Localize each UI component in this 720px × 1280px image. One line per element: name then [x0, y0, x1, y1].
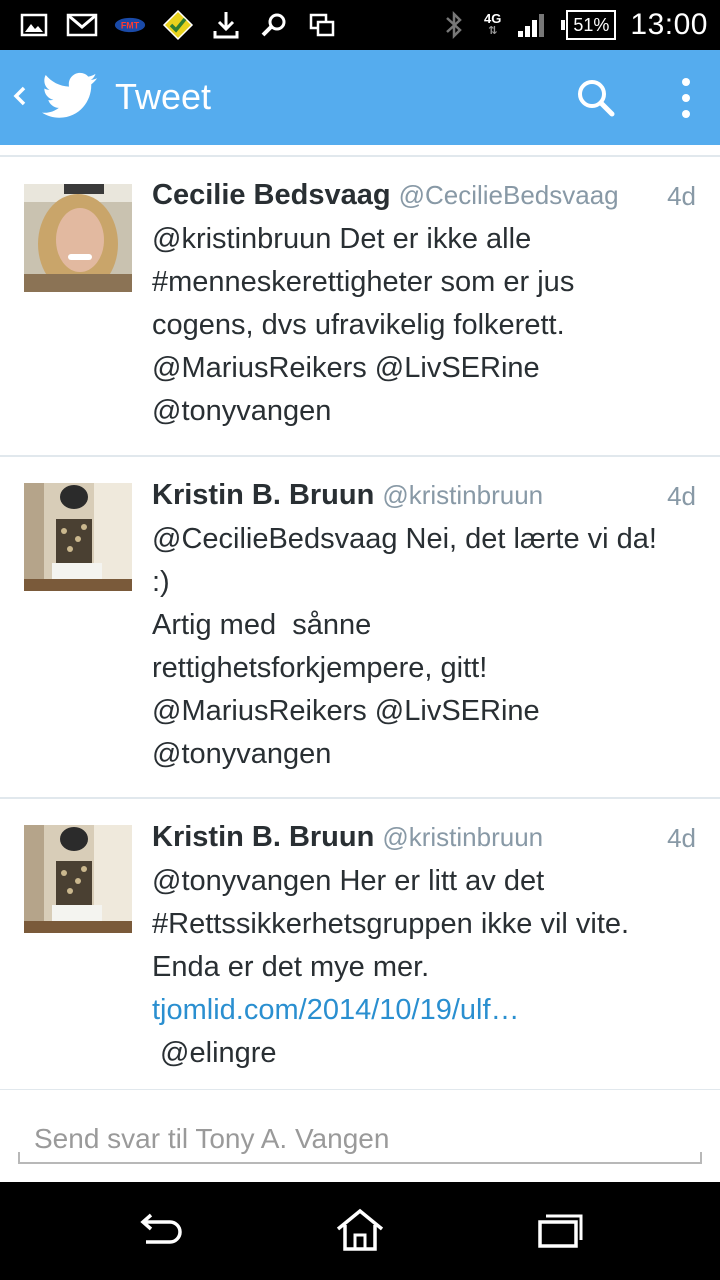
home-nav-button[interactable]	[332, 1204, 388, 1256]
avatar[interactable]	[24, 483, 132, 591]
screen-icon	[306, 11, 338, 39]
reply-bar	[0, 1090, 720, 1182]
tweet-text: @kristinbruun Det er ikke alle #menneske…	[152, 218, 697, 433]
tweet-line: #menneskerettigheter som er jus	[152, 266, 575, 298]
search-button[interactable]	[572, 74, 620, 122]
avatar[interactable]	[24, 184, 132, 292]
back-icon	[140, 1213, 182, 1244]
battery-percent: 51%	[573, 14, 610, 35]
download-icon	[210, 11, 242, 39]
gmail-icon	[66, 11, 98, 39]
tweet-line: Artig med sånne	[152, 609, 372, 641]
recents-icon	[538, 1214, 583, 1248]
more-vert-icon	[682, 78, 690, 118]
tweet-time: 4d	[667, 481, 696, 511]
tools-icon	[258, 11, 290, 39]
tweet-text: @CecilieBedsvaag Nei, det lærte vi da! :…	[152, 518, 697, 776]
input-edge	[18, 1152, 20, 1164]
author-handle[interactable]: @kristinbruun	[382, 822, 543, 852]
author-name[interactable]: Cecilie Bedsvaag	[152, 179, 391, 211]
tweet-item[interactable]: Kristin B. Bruun @kristinbruun 4d @tonyva…	[0, 799, 720, 1089]
app-bar: Tweet	[0, 50, 720, 145]
tweet-text: @tonyvangen Her er litt av det #Rettssik…	[152, 860, 697, 1075]
back-nav-button[interactable]	[132, 1204, 188, 1256]
overflow-menu-button[interactable]	[668, 74, 704, 122]
tweet-line: @MariusReikers @LivSERine	[152, 695, 540, 727]
image-icon	[18, 11, 50, 39]
input-edge	[700, 1152, 702, 1164]
author-name[interactable]: Kristin B. Bruun	[152, 479, 374, 511]
tweet-line: Enda er det mye mer.	[152, 951, 430, 983]
tweet-line: @tonyvangen Her er litt av det	[152, 865, 545, 897]
status-bar: FMT 4G ⇅ 51% 13:00	[0, 0, 720, 50]
notification-icons: FMT	[18, 8, 338, 42]
avatar[interactable]	[24, 825, 132, 933]
tweet-line: @CecilieBedsvaag Nei, det lærte vi da!	[152, 523, 657, 555]
tweet-line: :)	[152, 566, 170, 598]
tweet-line: @kristinbruun Det er ikke alle	[152, 223, 532, 255]
signal-icon	[515, 11, 547, 39]
fmt-icon: FMT	[114, 11, 146, 39]
tweet-line: @MariusReikers @LivSERine	[152, 352, 540, 384]
author-handle[interactable]: @kristinbruun	[382, 480, 543, 510]
reply-input[interactable]	[18, 1116, 702, 1164]
author-name[interactable]: Kristin B. Bruun	[152, 821, 374, 853]
tweet-line: @tonyvangen	[152, 738, 332, 770]
tweet-line: #Rettssikkerhetsgruppen ikke vil vite.	[152, 908, 630, 940]
clock: 13:00	[630, 8, 708, 41]
tweet-item[interactable]: Kristin B. Bruun @kristinbruun 4d @Cecili…	[0, 457, 720, 797]
tweet-line: rettighetsforkjempere, gitt!	[152, 652, 488, 684]
app-icon	[162, 9, 194, 41]
search-icon	[578, 80, 615, 117]
back-button[interactable]	[10, 78, 30, 114]
tweet-time: 4d	[667, 181, 696, 211]
page-title: Tweet	[115, 76, 212, 117]
tweet-mention[interactable]: @elingre	[152, 1032, 697, 1075]
author-handle[interactable]: @CecilieBedsvaag	[399, 180, 619, 210]
tweet-line: @tonyvangen	[152, 395, 332, 427]
svg-text:FMT: FMT	[121, 21, 140, 31]
system-nav-bar	[0, 1182, 720, 1280]
recents-nav-button[interactable]	[532, 1204, 588, 1256]
tweet-line: cogens, dvs ufravikelig folkerett.	[152, 309, 565, 341]
tweet-header: Kristin B. Bruun @kristinbruun 4d	[152, 479, 696, 515]
tweet-time: 4d	[667, 823, 696, 853]
home-icon	[336, 1208, 384, 1251]
system-indicators: 4G ⇅ 51% 13:00	[438, 0, 708, 50]
bluetooth-icon	[438, 10, 470, 40]
battery-indicator: 51%	[561, 10, 617, 40]
tweet-header: Kristin B. Bruun @kristinbruun 4d	[152, 821, 696, 857]
twitter-bird-icon[interactable]	[42, 72, 98, 120]
tweet-header: Cecilie Bedsvaag @CecilieBedsvaag 4d	[152, 179, 696, 215]
network-type: 4G ⇅	[484, 11, 502, 37]
tweet-item[interactable]: Cecilie Bedsvaag @CecilieBedsvaag 4d @kri…	[0, 157, 720, 455]
data-arrows-icon: ⇅	[488, 25, 498, 37]
tweet-link[interactable]: tjomlid.com/2014/10/19/ulf…	[152, 989, 697, 1032]
